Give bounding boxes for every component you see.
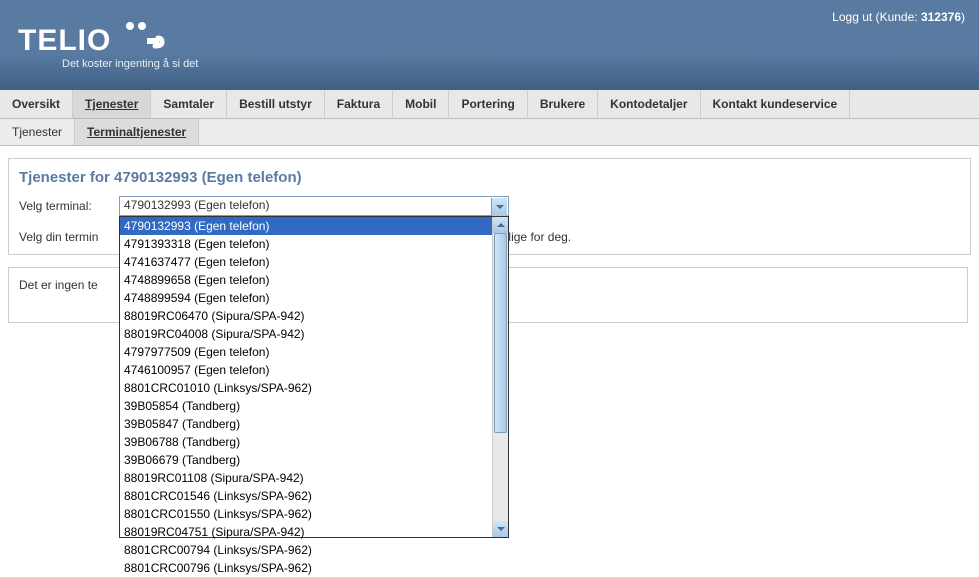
logo-text: TELIO: [18, 18, 198, 60]
nav-main-item[interactable]: Kontodetaljer: [598, 90, 700, 118]
dropdown-option[interactable]: 4790132993 (Egen telefon): [120, 217, 508, 235]
nav-main-item[interactable]: Brukere: [528, 90, 598, 118]
nav-sub-item[interactable]: Tjenester: [0, 119, 75, 145]
customer-label: Kunde:: [880, 10, 918, 24]
nav-main-item[interactable]: Samtaler: [151, 90, 227, 118]
dropdown-option[interactable]: 88019RC01108 (Sipura/SPA-942): [120, 469, 508, 487]
scroll-down-icon[interactable]: [493, 521, 508, 537]
dropdown-option[interactable]: 4797977509 (Egen telefon): [120, 343, 508, 361]
dropdown-option[interactable]: 4746100957 (Egen telefon): [120, 361, 508, 379]
panel-terminal-services: Tjenester for 4790132993 (Egen telefon) …: [8, 158, 971, 255]
dropdown-option[interactable]: 8801CRC01550 (Linksys/SPA-962): [120, 505, 508, 523]
nav-main: OversiktTjenesterSamtalerBestill utstyrF…: [0, 90, 979, 119]
hint-before: Velg din termin: [19, 230, 98, 244]
scroll-up-icon[interactable]: [493, 217, 508, 233]
dropdown-option[interactable]: 88019RC04008 (Sipura/SPA-942): [120, 325, 508, 343]
select-label: Velg terminal:: [19, 199, 119, 213]
terminal-select-row: Velg terminal: 4790132993 (Egen telefon)…: [9, 192, 970, 224]
scrollbar[interactable]: [492, 217, 508, 537]
dropdown-option[interactable]: 39B06788 (Tandberg): [120, 433, 508, 451]
dropdown-option[interactable]: 8801CRC01010 (Linksys/SPA-962): [120, 379, 508, 397]
dropdown-option[interactable]: 8801CRC00796 (Linksys/SPA-962): [120, 559, 508, 577]
nav-sub: TjenesterTerminaltjenester: [0, 119, 979, 146]
terminal-select-wrap: 4790132993 (Egen telefon) 4790132993 (Eg…: [119, 196, 509, 216]
scroll-thumb[interactable]: [494, 233, 507, 433]
dropdown-option[interactable]: 88019RC06470 (Sipura/SPA-942): [120, 307, 508, 325]
panel-title: Tjenester for 4790132993 (Egen telefon): [9, 159, 970, 192]
nav-main-item[interactable]: Mobil: [393, 90, 449, 118]
content-area: Tjenester for 4790132993 (Egen telefon) …: [0, 146, 979, 335]
tagline: Det koster ingenting å si det: [62, 58, 198, 70]
dropdown-option[interactable]: 8801CRC01546 (Linksys/SPA-962): [120, 487, 508, 505]
nav-main-item[interactable]: Kontakt kundeservice: [701, 90, 851, 118]
header: TELIO Det koster ingenting å si det Logg…: [0, 0, 979, 90]
dropdown-option[interactable]: 39B05854 (Tandberg): [120, 397, 508, 415]
logout-label: Logg ut: [832, 10, 872, 24]
nav-main-item[interactable]: Oversikt: [0, 90, 73, 118]
customer-id: 312376: [921, 10, 961, 24]
dropdown-option[interactable]: 39B05847 (Tandberg): [120, 415, 508, 433]
dropdown-option[interactable]: 4748899658 (Egen telefon): [120, 271, 508, 289]
logo: TELIO Det koster ingenting å si det: [18, 18, 198, 70]
dropdown-option[interactable]: 88019RC04751 (Sipura/SPA-942): [120, 523, 508, 541]
dropdown-option[interactable]: 39B06679 (Tandberg): [120, 451, 508, 469]
terminal-select[interactable]: 4790132993 (Egen telefon): [119, 196, 509, 216]
nav-main-item[interactable]: Tjenester: [73, 90, 151, 118]
nav-main-item[interactable]: Bestill utstyr: [227, 90, 325, 118]
telio-logo-svg: TELIO: [18, 18, 178, 60]
nav-sub-item[interactable]: Terminaltjenester: [75, 119, 199, 145]
no-services-text: Det er ingen te: [19, 278, 98, 292]
selected-value: 4790132993 (Egen telefon): [124, 198, 269, 212]
nav-main-item[interactable]: Portering: [449, 90, 527, 118]
chevron-down-icon[interactable]: [491, 198, 507, 216]
terminal-dropdown: 4790132993 (Egen telefon)4791393318 (Ege…: [119, 216, 509, 538]
dropdown-option[interactable]: 4748899594 (Egen telefon): [120, 289, 508, 307]
nav-main-item[interactable]: Faktura: [325, 90, 393, 118]
svg-text:TELIO: TELIO: [18, 24, 111, 57]
dropdown-option[interactable]: 4791393318 (Egen telefon): [120, 235, 508, 253]
logout-link[interactable]: Logg ut (Kunde: 312376): [832, 10, 965, 24]
dropdown-option[interactable]: 4741637477 (Egen telefon): [120, 253, 508, 271]
